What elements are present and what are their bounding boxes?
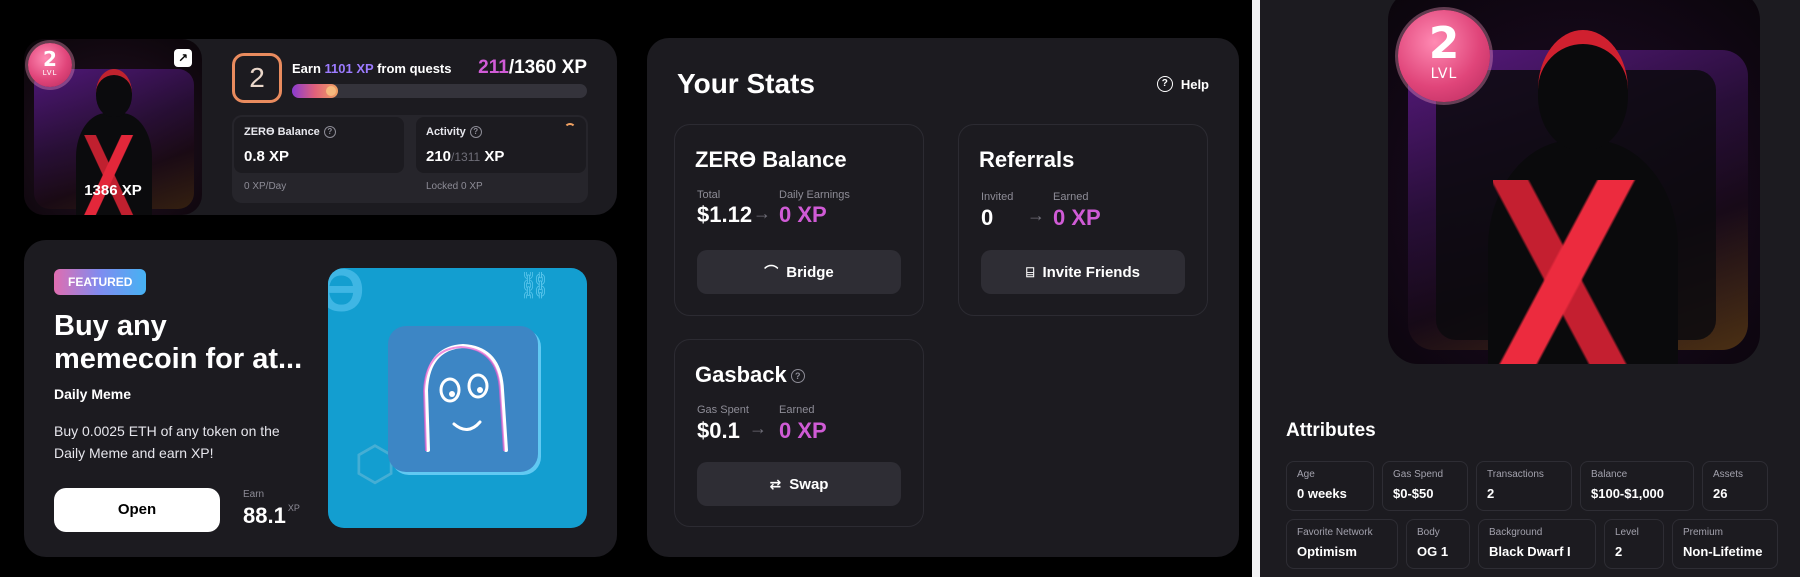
help-icon[interactable]: ? bbox=[323, 126, 336, 138]
level-label: LVL bbox=[42, 69, 58, 77]
balance-activity-panel: ZERϴ Balance? 0.8 XP Activity? 210/1311 … bbox=[232, 115, 588, 203]
invited-value: 0 bbox=[981, 205, 994, 230]
gift-icon: ⌸ bbox=[1026, 264, 1035, 280]
attribute-chip: Body OG 1 bbox=[1406, 519, 1470, 569]
help-icon[interactable]: ? bbox=[469, 126, 482, 138]
referral-earned-label: Earned bbox=[1053, 191, 1089, 203]
daily-earnings-value: 0 XP bbox=[779, 202, 827, 227]
daily-earnings-label: Daily Earnings bbox=[779, 189, 850, 201]
nft-avatar-image: 2 LVL bbox=[1388, 0, 1760, 364]
avatar-xp: 1386 XP bbox=[84, 182, 142, 199]
featured-title: Buy any memecoin for at... bbox=[54, 310, 303, 375]
meme-ghost-icon bbox=[388, 326, 538, 472]
xp-progress-fill bbox=[292, 84, 338, 98]
featured-image: ϴ ⛓ ⬡ bbox=[328, 268, 587, 528]
help-icon: ? bbox=[1156, 76, 1173, 92]
attribute-chip: Transactions 2 bbox=[1476, 461, 1572, 511]
quest-suffix: from quests bbox=[377, 61, 452, 76]
arrow-right-icon: → bbox=[753, 203, 771, 223]
bridge-button[interactable]: ⌒ Bridge bbox=[697, 250, 901, 294]
attribute-chip: Level 2 bbox=[1604, 519, 1664, 569]
avatar-figure-sash bbox=[84, 135, 144, 215]
referral-earned-value: 0 XP bbox=[1053, 205, 1101, 230]
nft-level-label: LVL bbox=[1430, 66, 1458, 82]
total-label: Total bbox=[697, 189, 721, 201]
level-number: 2 bbox=[43, 47, 57, 71]
xp-per-day: 0 XP/Day bbox=[244, 181, 287, 192]
attribute-chip: Assets 26 bbox=[1702, 461, 1768, 511]
xp-total: 211/1360 XP bbox=[478, 57, 587, 79]
attribute-chip: Age 0 weeks bbox=[1286, 461, 1374, 511]
zero-balance-title: ZERϴ Balance? bbox=[244, 126, 394, 138]
zero-balance-value: 0.8 XP bbox=[244, 148, 290, 165]
profile-card: 2 LVL ↗ 1386 XP 2 Earn 1101 XP from ques… bbox=[24, 39, 617, 215]
expand-icon[interactable]: ↗ bbox=[174, 49, 192, 67]
open-button[interactable]: Open bbox=[54, 488, 220, 532]
referrals-card: Referrals Invited 0 → Earned 0 XP ⌸ Invit… bbox=[958, 124, 1208, 316]
featured-tag: FEATURED bbox=[54, 269, 147, 295]
activity-title: Activity? bbox=[426, 126, 576, 138]
swap-icon: ⇄ bbox=[769, 476, 782, 492]
help-button[interactable]: ? Help bbox=[1156, 76, 1209, 92]
xp-progress-bar bbox=[292, 84, 587, 98]
attributes-title: Attributes bbox=[1286, 420, 1376, 441]
locked-xp: Locked 0 XP bbox=[426, 181, 483, 192]
nft-level-badge: 2 LVL bbox=[1398, 10, 1490, 102]
gas-spent-value: $0.1 bbox=[697, 418, 740, 443]
arrow-right-icon: → bbox=[749, 418, 767, 438]
swap-button[interactable]: ⇄ Swap bbox=[697, 462, 901, 506]
total-value: $1.12 bbox=[697, 202, 753, 227]
activity-value: 210/1311 XP bbox=[426, 148, 505, 165]
nft-figure-head bbox=[1538, 30, 1628, 150]
invited-label: Invited bbox=[981, 191, 1014, 203]
featured-description: Buy 0.0025 ETH of any token on the Daily… bbox=[54, 423, 280, 461]
featured-quest-card: FEATURED Buy any memecoin for at... Dail… bbox=[24, 240, 617, 557]
your-stats-panel: Your Stats ? Help ZERϴ Balance Total $1.… bbox=[647, 38, 1239, 557]
stats-title: Your Stats bbox=[677, 68, 815, 99]
attribute-chip: Background Black Dwarf I bbox=[1478, 519, 1596, 569]
arrow-right-icon: → bbox=[1027, 205, 1045, 225]
attribute-chip: Premium Non-Lifetime bbox=[1672, 519, 1778, 569]
chain-icon: ⛓ bbox=[517, 270, 551, 300]
featured-subtitle: Daily Meme bbox=[54, 386, 132, 402]
gasback-earned-label: Earned bbox=[779, 404, 815, 416]
earn-value: 88.1 XP bbox=[243, 503, 300, 528]
xp-max: /1360 XP bbox=[508, 57, 587, 78]
zero-balance-card: ZERϴ Balance Total $1.12 → Daily Earning… bbox=[674, 124, 924, 316]
level-badge: 2 LVL bbox=[28, 43, 72, 87]
invite-friends-button[interactable]: ⌸ Invite Friends bbox=[981, 250, 1185, 294]
nft-level-number: 2 bbox=[1428, 18, 1460, 69]
quest-progress-text: Earn 1101 XP from quests bbox=[292, 61, 451, 76]
activity-box: Activity? 210/1311 XP bbox=[416, 117, 586, 173]
attribute-chip: Gas Spend $0-$50 bbox=[1382, 461, 1468, 511]
quest-prefix: Earn bbox=[292, 61, 321, 76]
referrals-title: Referrals bbox=[979, 147, 1075, 172]
zero-logo-icon: ϴ bbox=[328, 268, 365, 324]
gas-spent-label: Gas Spent bbox=[697, 404, 749, 416]
gasback-earned-value: 0 XP bbox=[779, 418, 827, 443]
help-label: Help bbox=[1180, 76, 1209, 92]
quest-xp: 1101 XP bbox=[324, 61, 374, 76]
level-box: 2 bbox=[232, 53, 282, 103]
avatar-thumbnail[interactable]: 2 LVL ↗ 1386 XP bbox=[24, 39, 202, 215]
zero-balance-card-title: ZERϴ Balance bbox=[695, 147, 847, 172]
gasback-title: Gasback? bbox=[695, 362, 805, 388]
nft-figure-sash bbox=[1493, 180, 1673, 364]
activity-arc-icon bbox=[564, 123, 576, 135]
zero-balance-box: ZERϴ Balance? 0.8 XP bbox=[234, 117, 404, 173]
xp-current: 211 bbox=[478, 57, 509, 78]
bridge-icon: ⌒ bbox=[764, 264, 779, 280]
attribute-chip: Favorite Network Optimism bbox=[1286, 519, 1398, 569]
nft-detail-panel: 2 LVL Attributes Age 0 weeks Gas Spend $0-… bbox=[1252, 0, 1800, 577]
attribute-chip: Balance $100-$1,000 bbox=[1580, 461, 1694, 511]
earn-label: Earn bbox=[243, 489, 265, 500]
help-icon[interactable]: ? bbox=[790, 369, 805, 383]
gasback-card: Gasback? Gas Spent $0.1 → Earned 0 XP ⇄ S… bbox=[674, 339, 924, 527]
avatar-figure-head bbox=[96, 69, 132, 117]
